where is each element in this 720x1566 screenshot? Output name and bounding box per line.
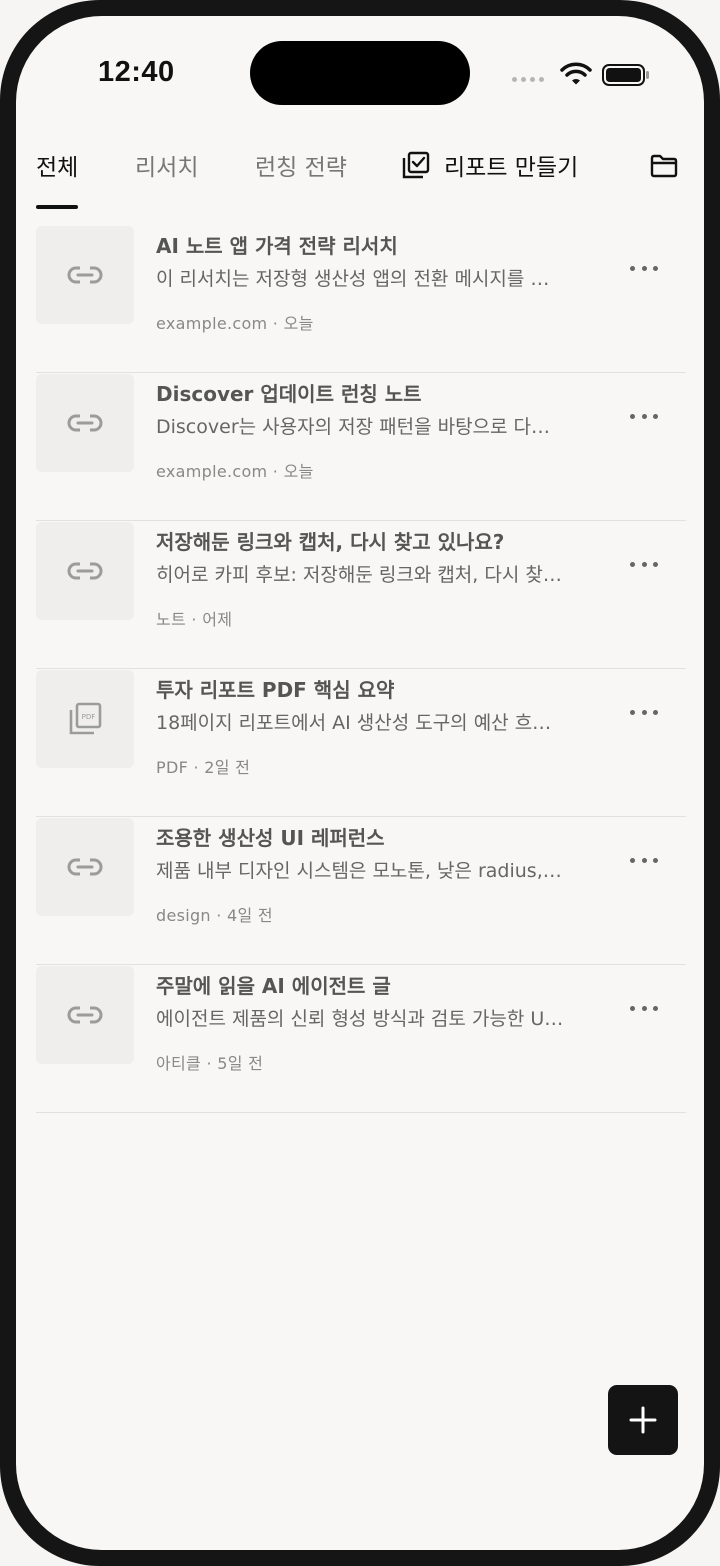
item-description: Discover는 사용자의 저장 패턴을 바탕으로 다…	[156, 416, 551, 438]
item-title: 투자 리포트 PDF 핵심 요약	[156, 678, 395, 702]
item-description: 18페이지 리포트에서 AI 생산성 도구의 예산 흐…	[156, 712, 552, 734]
item-description: 히어로 카피 후보: 저장해둔 링크와 캡처, 다시 찾…	[156, 564, 562, 586]
add-button[interactable]	[608, 1385, 678, 1455]
item-meta: example.com · 오늘	[156, 314, 314, 333]
item-meta: 노트 · 어제	[156, 610, 233, 629]
make-report-label: 리포트 만들기	[444, 155, 579, 181]
link-icon	[67, 858, 103, 876]
item-title: 저장해둔 링크와 캡처, 다시 찾고 있나요?	[156, 530, 505, 554]
more-icon[interactable]	[630, 998, 658, 1018]
item-thumbnail	[36, 522, 134, 620]
list-item[interactable]: PDF 투자 리포트 PDF 핵심 요약 18페이지 리포트에서 AI 생산성 …	[36, 670, 686, 817]
list-item[interactable]: 주말에 읽을 AI 에이전트 글 에이전트 제품의 신뢰 형성 방식과 검토 가…	[36, 966, 686, 1113]
item-description: 에이전트 제품의 신뢰 형성 방식과 검토 가능한 U…	[156, 1008, 564, 1030]
list-item[interactable]: 조용한 생산성 UI 레퍼런스 제품 내부 디자인 시스템은 모노톤, 낮은 r…	[36, 818, 686, 965]
more-icon[interactable]	[630, 258, 658, 278]
make-report-button[interactable]: 리포트 만들기	[402, 148, 578, 182]
link-icon	[67, 414, 103, 432]
more-icon[interactable]	[630, 702, 658, 722]
tab-research[interactable]: 리서치	[135, 148, 198, 182]
item-thumbnail	[36, 966, 134, 1064]
link-icon	[67, 1006, 103, 1024]
status-time: 12:40	[98, 56, 175, 88]
more-icon[interactable]	[630, 850, 658, 870]
item-meta: example.com · 오늘	[156, 462, 314, 481]
plus-icon	[629, 1406, 657, 1434]
tab-bar: 전체 리서치 런칭 전략 리포트 만들기	[16, 136, 704, 226]
dynamic-island	[250, 41, 470, 105]
item-title: 주말에 읽을 AI 에이전트 글	[156, 974, 391, 998]
item-title: Discover 업데이트 런칭 노트	[156, 382, 422, 406]
device-frame: 12:40 전체 리서치 런칭 전략 리포트 만들기 AI 노트 앱 가격 전략…	[0, 0, 720, 1566]
link-icon	[67, 266, 103, 284]
tab-all[interactable]: 전체	[36, 148, 78, 182]
list-item[interactable]: Discover 업데이트 런칭 노트 Discover는 사용자의 저장 패턴…	[36, 374, 686, 521]
folder-icon[interactable]	[650, 154, 678, 178]
list-item[interactable]: AI 노트 앱 가격 전략 리서치 이 리서치는 저장형 생산성 앱의 전환 메…	[36, 226, 686, 373]
item-title: 조용한 생산성 UI 레퍼런스	[156, 826, 385, 850]
item-thumbnail	[36, 226, 134, 324]
item-meta: 아티클 · 5일 전	[156, 1054, 264, 1073]
tab-indicator	[36, 205, 78, 209]
screen: 12:40 전체 리서치 런칭 전략 리포트 만들기 AI 노트 앱 가격 전략…	[16, 16, 704, 1550]
item-thumbnail	[36, 818, 134, 916]
tab-launch-strategy[interactable]: 런칭 전략	[255, 148, 347, 182]
more-icon[interactable]	[630, 406, 658, 426]
link-icon	[67, 562, 103, 580]
list-item[interactable]: 저장해둔 링크와 캡처, 다시 찾고 있나요? 히어로 카피 후보: 저장해둔 …	[36, 522, 686, 669]
item-thumbnail	[36, 374, 134, 472]
more-icon[interactable]	[630, 554, 658, 574]
pdf-icon: PDF	[69, 702, 102, 735]
wifi-icon	[560, 62, 592, 85]
item-title: AI 노트 앱 가격 전략 리서치	[156, 234, 398, 258]
svg-text:PDF: PDF	[82, 713, 96, 721]
checklist-icon	[402, 151, 430, 179]
item-description: 제품 내부 디자인 시스템은 모노톤, 낮은 radius,…	[156, 860, 562, 882]
item-meta: design · 4일 전	[156, 906, 273, 925]
signal-icon	[512, 77, 544, 82]
item-thumbnail: PDF	[36, 670, 134, 768]
item-list: AI 노트 앱 가격 전략 리서치 이 리서치는 저장형 생산성 앱의 전환 메…	[36, 226, 686, 1114]
item-meta: PDF · 2일 전	[156, 758, 251, 777]
item-description: 이 리서치는 저장형 생산성 앱의 전환 메시지를 …	[156, 268, 550, 290]
battery-icon	[602, 64, 649, 86]
